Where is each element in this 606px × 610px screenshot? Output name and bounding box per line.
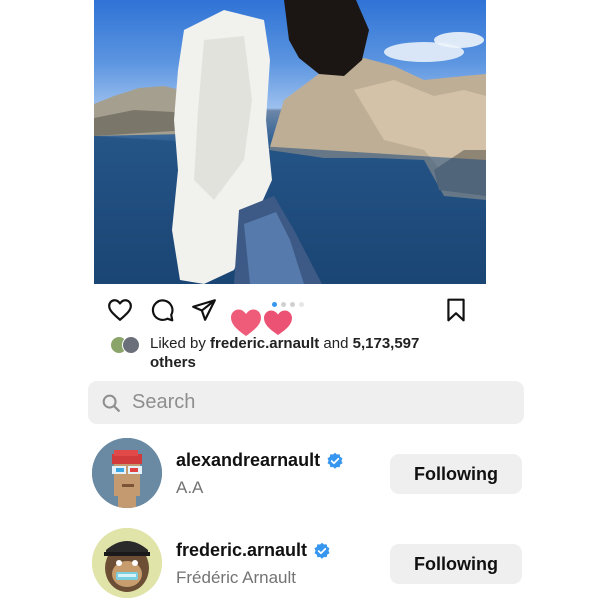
likes-others-label[interactable]: others bbox=[150, 354, 196, 371]
full-name: Frédéric Arnault bbox=[176, 568, 296, 587]
liker-avatars[interactable] bbox=[110, 336, 146, 354]
comment-button[interactable] bbox=[148, 296, 176, 324]
username[interactable]: alexandrearnault bbox=[176, 450, 344, 471]
username-text: alexandrearnault bbox=[176, 450, 321, 470]
paper-plane-icon bbox=[192, 299, 216, 321]
like-button[interactable] bbox=[106, 296, 134, 324]
like-count[interactable]: 5,173,597 bbox=[353, 335, 420, 352]
bookmark-icon bbox=[447, 298, 465, 322]
search-bar[interactable] bbox=[88, 381, 524, 424]
verified-badge-icon bbox=[314, 542, 330, 559]
carousel-dot bbox=[299, 302, 304, 307]
search-input[interactable] bbox=[130, 390, 494, 415]
post-image[interactable] bbox=[94, 0, 486, 284]
bored-ape-avatar[interactable] bbox=[92, 528, 162, 598]
username[interactable]: frederic.arnault bbox=[176, 540, 331, 561]
username-text: frederic.arnault bbox=[176, 540, 308, 560]
save-button[interactable] bbox=[442, 296, 470, 324]
user-row-alexandrearnault[interactable]: alexandrearnault A.A Following bbox=[88, 438, 528, 518]
verified-badge-icon bbox=[327, 452, 343, 469]
comment-icon bbox=[151, 299, 174, 322]
user-row-frederic-arnault[interactable]: frederic.arnault Frédéric Arnault Follow… bbox=[88, 528, 528, 608]
liker-avatar bbox=[122, 336, 140, 354]
liked-by-text: Liked by frederic.arnault and 5,173,597 o… bbox=[150, 334, 450, 372]
search-icon bbox=[102, 394, 120, 412]
liked-by-and: and bbox=[319, 335, 353, 352]
following-button[interactable]: Following bbox=[390, 454, 522, 494]
liked-by-prefix: Liked by bbox=[150, 335, 211, 352]
post-photo-scene bbox=[94, 0, 486, 284]
share-button[interactable] bbox=[190, 296, 218, 324]
liked-by-username[interactable]: frederic.arnault bbox=[210, 335, 319, 352]
pixel-punk-avatar[interactable] bbox=[92, 438, 162, 508]
bored-ape-avatar-art bbox=[92, 528, 162, 598]
pixel-punk-avatar-art bbox=[92, 438, 162, 508]
full-name: A.A bbox=[176, 478, 204, 497]
following-button[interactable]: Following bbox=[390, 544, 522, 584]
heart-outline-icon bbox=[108, 299, 132, 321]
